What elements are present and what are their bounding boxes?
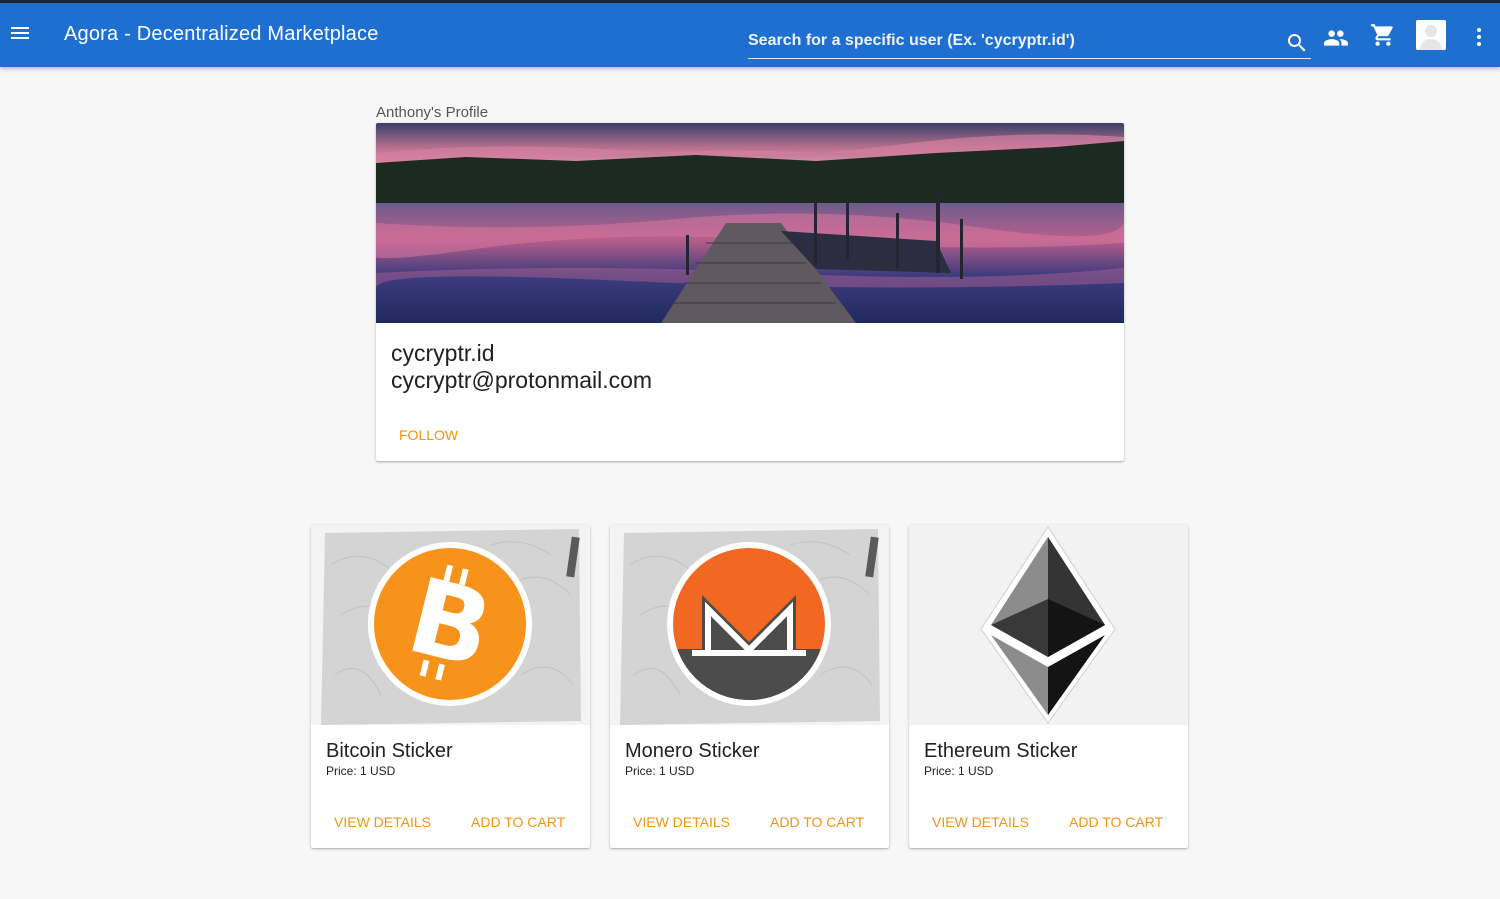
- product-card-bitcoin: B Bitcoin Sticker Price: 1 USD VIEW DETA…: [311, 525, 590, 848]
- more-vert-icon[interactable]: [1467, 25, 1491, 49]
- user-placeholder-icon: [1416, 20, 1446, 50]
- search-input[interactable]: [748, 27, 1278, 55]
- add-to-cart-button[interactable]: ADD TO CART: [1069, 814, 1163, 830]
- add-to-cart-button[interactable]: ADD TO CART: [471, 814, 565, 830]
- search-icon[interactable]: [1285, 31, 1309, 55]
- shopping-cart-icon[interactable]: [1370, 22, 1396, 48]
- menu-icon[interactable]: [8, 21, 32, 45]
- product-card-ethereum: Ethereum Sticker Price: 1 USD VIEW DETAI…: [909, 525, 1188, 848]
- people-icon[interactable]: [1323, 25, 1349, 51]
- view-details-button[interactable]: VIEW DETAILS: [633, 814, 730, 830]
- app-bar: Agora - Decentralized Marketplace: [0, 0, 1500, 67]
- bitcoin-sticker-image: B: [311, 525, 590, 725]
- product-card-monero: Monero Sticker Price: 1 USD VIEW DETAILS…: [610, 525, 889, 848]
- follow-button[interactable]: FOLLOW: [390, 423, 467, 447]
- avatar[interactable]: [1416, 20, 1446, 50]
- profile-username: cycryptr.id: [391, 340, 495, 366]
- product-price: Price: 1 USD: [326, 764, 396, 778]
- product-name: Monero Sticker: [625, 740, 760, 762]
- product-price: Price: 1 USD: [924, 764, 994, 778]
- search-bar: [748, 27, 1311, 59]
- profile-banner-image: [376, 123, 1124, 323]
- product-name: Ethereum Sticker: [924, 740, 1078, 762]
- app-title: Agora - Decentralized Marketplace: [64, 23, 379, 45]
- profile-email: cycryptr@protonmail.com: [391, 367, 653, 393]
- view-details-button[interactable]: VIEW DETAILS: [932, 814, 1029, 830]
- product-name: Bitcoin Sticker: [326, 740, 453, 762]
- product-price: Price: 1 USD: [625, 764, 695, 778]
- profile-card: cycryptr.id cycryptr@protonmail.com FOLL…: [376, 123, 1124, 461]
- profile-heading: Anthony's Profile: [376, 104, 489, 121]
- ethereum-sticker-image: [909, 525, 1188, 725]
- view-details-button[interactable]: VIEW DETAILS: [334, 814, 431, 830]
- add-to-cart-button[interactable]: ADD TO CART: [770, 814, 864, 830]
- monero-sticker-image: [610, 525, 889, 725]
